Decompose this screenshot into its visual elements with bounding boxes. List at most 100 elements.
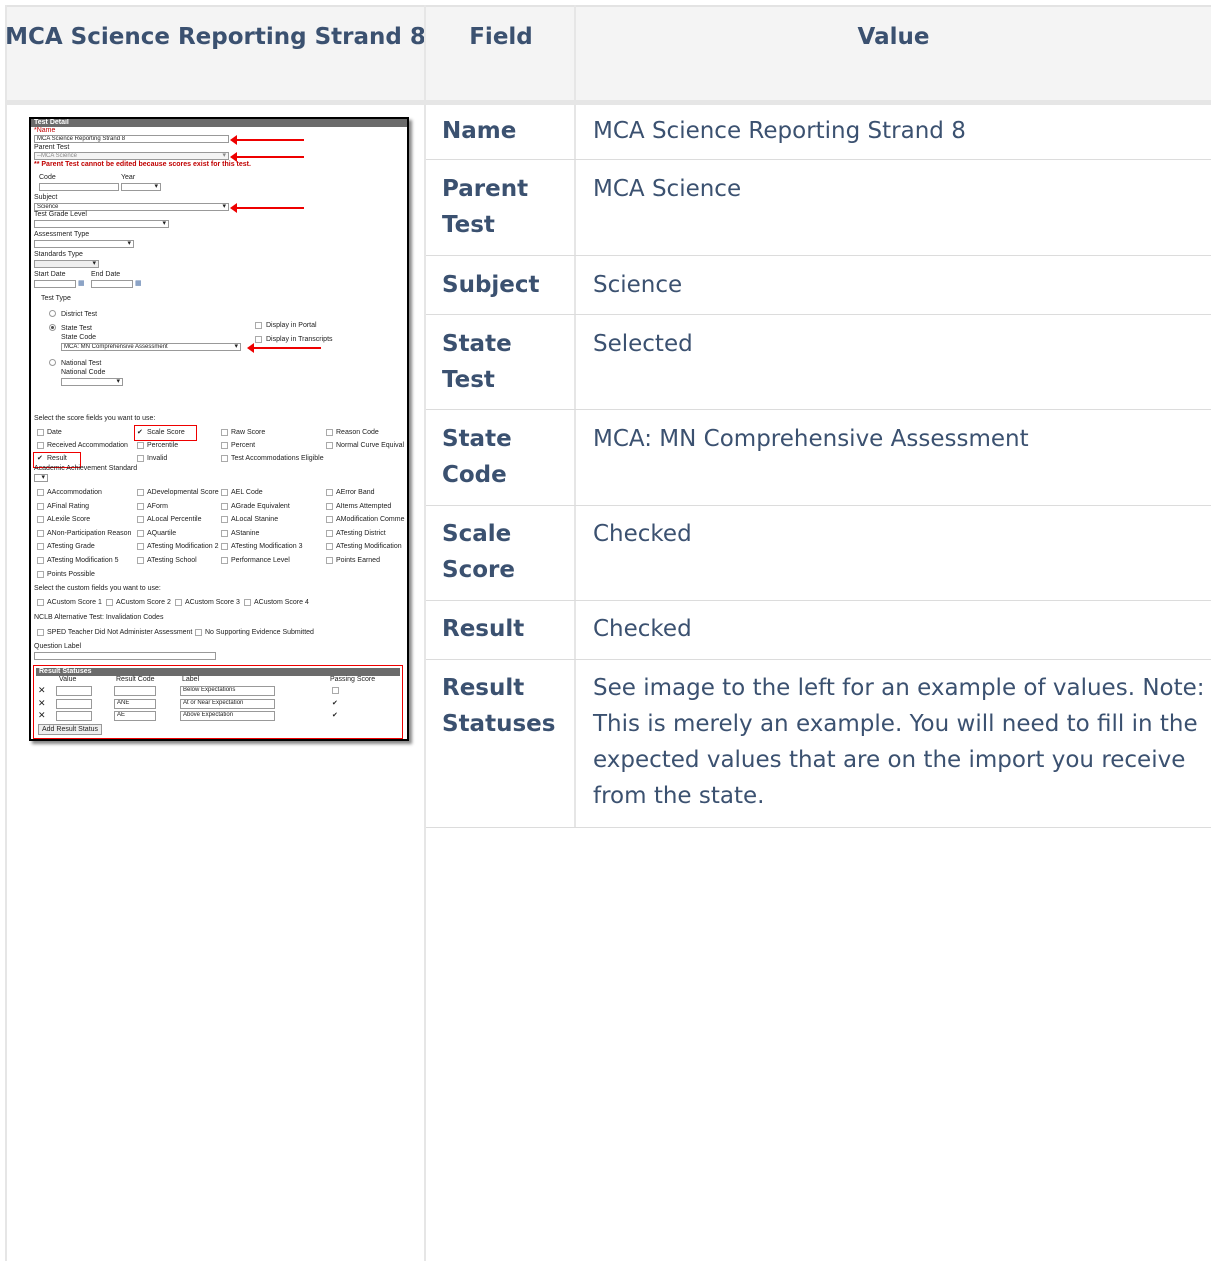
value-state-code: MCA: MN Comprehensive Assessment bbox=[593, 426, 1029, 452]
display-portal-checkbox[interactable] bbox=[255, 322, 262, 329]
custom-field-checkbox[interactable] bbox=[37, 599, 44, 606]
attribute-field-label: AForm bbox=[147, 502, 168, 510]
nclb-field-checkbox[interactable] bbox=[37, 629, 44, 636]
score-field-checkbox[interactable] bbox=[221, 429, 228, 436]
attribute-field-checkbox[interactable] bbox=[137, 516, 144, 524]
attribute-field-label: ALocal Stanine bbox=[231, 516, 279, 524]
attribute-field-label: ATesting Modification 3 bbox=[231, 543, 303, 551]
attribute-field-checkbox[interactable] bbox=[221, 516, 228, 524]
rs-col-code: Result Code bbox=[116, 676, 155, 683]
attribute-field-checkbox[interactable] bbox=[137, 529, 144, 537]
grade-select[interactable] bbox=[34, 220, 169, 228]
attribute-field-checkbox[interactable] bbox=[137, 543, 144, 551]
score-field-checkbox[interactable] bbox=[221, 455, 228, 462]
attribute-field-checkbox[interactable] bbox=[137, 489, 144, 496]
rs-label-input[interactable]: Below Expectations bbox=[180, 686, 275, 696]
attribute-field-checkbox[interactable] bbox=[221, 489, 228, 496]
attribute-field-label: AItems Attempted bbox=[336, 502, 392, 510]
assessment-type-select[interactable] bbox=[34, 240, 134, 248]
end-date-input[interactable] bbox=[91, 280, 133, 288]
custom-field-checkbox[interactable] bbox=[244, 599, 251, 606]
attribute-field-checkbox[interactable] bbox=[326, 516, 333, 524]
score-field-label: Received Accommodation bbox=[47, 442, 128, 449]
attribute-field-checkbox[interactable] bbox=[137, 557, 144, 564]
attribute-field-checkbox[interactable] bbox=[326, 557, 333, 564]
value-subject: Science bbox=[593, 272, 683, 298]
year-select[interactable] bbox=[121, 183, 161, 191]
score-field-checkbox[interactable] bbox=[326, 429, 333, 436]
passing-score-checkbox[interactable] bbox=[332, 687, 339, 694]
standards-type-select[interactable] bbox=[34, 260, 99, 268]
delete-row-icon[interactable]: ✕ bbox=[38, 698, 46, 709]
attribute-field-label: AGrade Equivalent bbox=[231, 502, 290, 510]
attribute-field-checkbox[interactable] bbox=[221, 557, 228, 564]
score-field-checkbox[interactable] bbox=[221, 442, 228, 449]
state-code-select[interactable]: MCA: MN Comprehensive Assessment bbox=[61, 343, 241, 351]
attribute-field-checkbox[interactable] bbox=[221, 502, 228, 510]
code-input[interactable] bbox=[39, 183, 119, 191]
rs-code-input[interactable]: AE bbox=[114, 711, 156, 721]
custom-field-checkbox[interactable] bbox=[175, 599, 182, 606]
add-result-status-button[interactable]: Add Result Status bbox=[38, 724, 103, 735]
calendar-icon[interactable]: ▦ bbox=[135, 279, 142, 287]
passing-score-checkbox[interactable]: ✔ bbox=[332, 712, 338, 719]
national-code-select[interactable] bbox=[61, 378, 123, 386]
row-divider bbox=[426, 827, 1211, 828]
nclb-field-checkbox[interactable] bbox=[195, 629, 202, 636]
score-field-checkbox[interactable] bbox=[137, 442, 144, 449]
state-test-radio[interactable] bbox=[49, 324, 56, 331]
score-field-checkbox[interactable] bbox=[37, 429, 44, 436]
district-test-radio[interactable] bbox=[49, 310, 56, 317]
display-transcripts-checkbox[interactable] bbox=[255, 336, 262, 343]
attribute-field-label: AEL Code bbox=[231, 489, 263, 496]
attribute-field-checkbox[interactable] bbox=[326, 502, 333, 510]
passing-score-checkbox[interactable]: ✔ bbox=[332, 700, 338, 707]
attribute-field-checkbox[interactable] bbox=[37, 516, 44, 524]
attribute-field-checkbox[interactable] bbox=[37, 489, 44, 496]
rs-code-input[interactable]: ANE bbox=[114, 698, 156, 709]
delete-row-icon[interactable]: ✕ bbox=[38, 710, 46, 721]
attribute-field-checkbox[interactable] bbox=[326, 489, 333, 496]
parent-test-select[interactable]: --MCA Science bbox=[34, 152, 229, 160]
attribute-field-checkbox[interactable] bbox=[37, 529, 44, 537]
attribute-field-checkbox[interactable] bbox=[37, 570, 44, 578]
attribute-field-checkbox[interactable] bbox=[37, 502, 44, 510]
rs-value-input[interactable] bbox=[56, 698, 92, 709]
attribute-field-checkbox[interactable] bbox=[37, 543, 44, 551]
rs-value-input[interactable] bbox=[56, 711, 92, 721]
custom-field-checkbox[interactable] bbox=[106, 599, 113, 606]
district-test-label: District Test bbox=[61, 311, 98, 318]
attribute-field-checkbox[interactable] bbox=[37, 557, 44, 564]
value-state-test: Selected bbox=[593, 331, 693, 357]
score-field-label: Raw Score bbox=[231, 429, 266, 436]
delete-row-icon[interactable]: ✕ bbox=[38, 685, 46, 696]
question-label-input[interactable] bbox=[34, 652, 216, 660]
custom-field-label: ACustom Score 1 bbox=[47, 599, 102, 606]
subject-select[interactable]: Science bbox=[34, 203, 229, 211]
score-field-checkbox[interactable] bbox=[37, 442, 44, 449]
national-test-radio[interactable] bbox=[49, 359, 56, 366]
score-field-checkbox[interactable] bbox=[137, 455, 144, 462]
rs-label-input[interactable]: Above Expectation bbox=[180, 711, 275, 721]
score-field-checkbox[interactable] bbox=[326, 442, 333, 449]
attribute-field-checkbox[interactable] bbox=[326, 543, 333, 551]
nclb-field-label: No Supporting Evidence Submitted bbox=[205, 629, 314, 636]
subject-label: Subject bbox=[34, 194, 58, 201]
row-divider bbox=[426, 505, 1211, 506]
attribute-field-checkbox[interactable] bbox=[221, 543, 228, 551]
calendar-icon[interactable]: ▦ bbox=[78, 279, 85, 287]
attribute-field-checkbox[interactable] bbox=[137, 502, 144, 510]
attribute-field-checkbox[interactable] bbox=[221, 529, 228, 537]
custom-field-label: ACustom Score 2 bbox=[116, 599, 171, 606]
attribute-field-label: ATesting Modification bbox=[336, 543, 402, 551]
name-input[interactable]: MCA Science Reporting Strand 8 bbox=[34, 135, 229, 143]
rs-value-input[interactable] bbox=[56, 686, 92, 696]
achievement-select[interactable] bbox=[34, 474, 48, 482]
rs-label-input[interactable]: At or Near Expectation bbox=[180, 698, 275, 709]
rs-code-input[interactable] bbox=[114, 686, 156, 696]
start-date-input[interactable] bbox=[34, 280, 76, 288]
attribute-field-checkbox[interactable] bbox=[326, 529, 333, 537]
red-arrow bbox=[230, 152, 304, 162]
row-divider bbox=[426, 314, 1211, 315]
score-field-label: Date bbox=[47, 429, 62, 436]
